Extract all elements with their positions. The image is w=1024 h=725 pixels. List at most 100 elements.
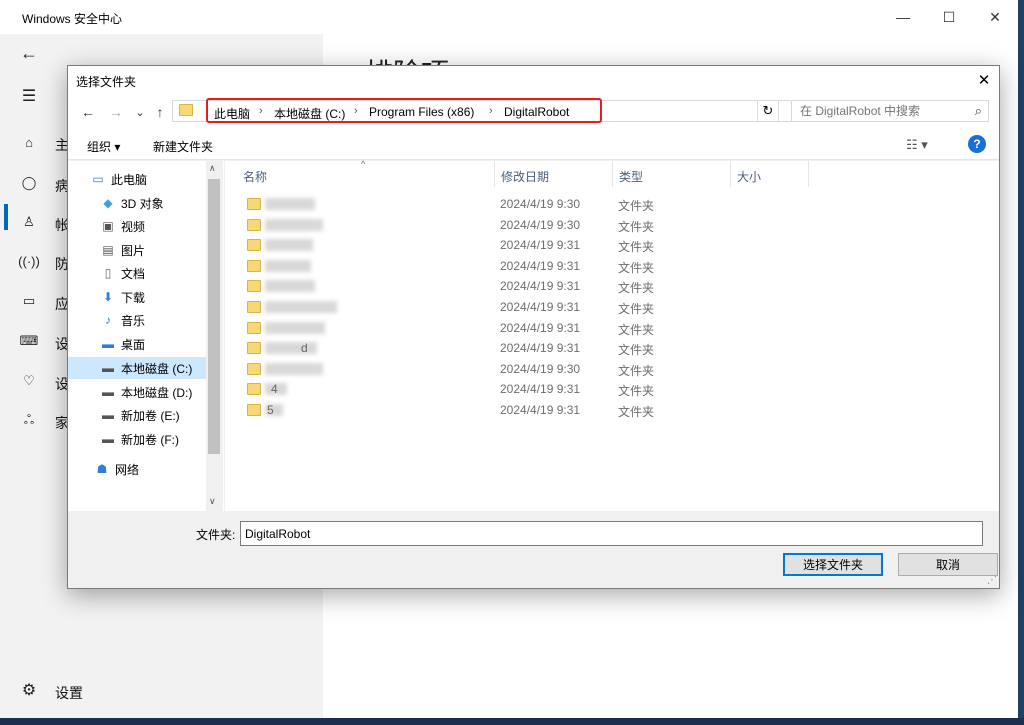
file-row[interactable]: 5 2024/4/19 9:31 文件夹 [225, 400, 999, 420]
column-header-size[interactable]: 大小 [731, 161, 809, 187]
nav-item[interactable]: ▬ 新加卷 (E:) [68, 404, 206, 426]
title-bar: Windows 安全中心 — ☐ ✕ [0, 0, 1018, 34]
settings-link[interactable]: 设置 [55, 683, 83, 703]
file-row[interactable]: 2024/4/19 9:30 文件夹 [225, 359, 999, 379]
sidebar-item-icon: ((·)) [18, 253, 40, 269]
address-row: ← → ⌄ ↑ 此电脑 › 本地磁盘 (C:) › Program Files … [68, 94, 999, 130]
file-row[interactable]: 2024/4/19 9:31 文件夹 [225, 235, 999, 255]
file-row[interactable]: 2024/4/19 9:31 文件夹 [225, 297, 999, 317]
breadcrumb-program-files-x86[interactable]: Program Files (x86) [369, 105, 474, 119]
nav-item[interactable]: ▬ 新加卷 (F:) [68, 428, 206, 450]
back-arrow-icon[interactable]: ← [20, 43, 38, 63]
folder-icon [247, 259, 261, 272]
close-icon[interactable]: ✕ [969, 66, 999, 94]
view-options-icon[interactable]: ☷ ▾ [906, 137, 928, 153]
search-box[interactable]: ⌕ [791, 100, 989, 122]
maximize-icon[interactable]: ☐ [926, 0, 972, 34]
nav-item[interactable]: ◆ 3D 对象 [68, 192, 206, 214]
breadcrumb-local-disk-c[interactable]: 本地磁盘 (C:) [274, 105, 345, 122]
folder-icon [247, 404, 261, 416]
breadcrumb-separator-icon[interactable]: › [489, 105, 493, 117]
file-type: 文件夹 [618, 384, 655, 399]
nav-item-label: 下载 [121, 290, 146, 305]
nav-item[interactable]: ▬ 本地磁盘 (D:) [68, 381, 206, 403]
scroll-up-icon[interactable]: ∧ [209, 163, 216, 174]
close-icon[interactable]: ✕ [972, 0, 1018, 34]
file-row[interactable]: 2024/4/19 9:31 文件夹 [225, 256, 999, 276]
up-icon[interactable]: ↑ [150, 102, 170, 122]
nav-item[interactable]: ♪ 音乐 [68, 309, 206, 331]
column-header-name[interactable]: 名称 [237, 161, 495, 187]
breadcrumb-separator-icon[interactable]: › [259, 105, 263, 117]
settings-gear-icon[interactable]: ⚙ [20, 681, 38, 699]
file-list: ^ 名称 修改日期 类型 大小 2024/4/19 9:30 文件夹 2024/4/… [225, 159, 999, 511]
file-name: d [301, 341, 308, 356]
organize-button[interactable]: 组织 ▾ [87, 138, 120, 155]
scroll-down-icon[interactable]: ∨ [209, 496, 216, 507]
nav-item[interactable]: ▣ 视频 [68, 215, 206, 237]
breadcrumb-this-pc[interactable]: 此电脑 [214, 105, 250, 122]
file-row[interactable]: d 2024/4/19 9:31 文件夹 [225, 338, 999, 358]
file-row[interactable]: 2024/4/19 9:31 文件夹 [225, 318, 999, 338]
nav-item[interactable]: ☗ 网络 [68, 458, 206, 480]
refresh-icon[interactable]: ↻ [757, 100, 779, 122]
nav-item-icon: ▬ [102, 361, 114, 375]
column-header-date[interactable]: 修改日期 [495, 161, 613, 187]
select-folder-button[interactable]: 选择文件夹 [783, 553, 883, 576]
new-folder-button[interactable]: 新建文件夹 [153, 138, 213, 155]
redacted-name-blur [265, 259, 311, 272]
nav-item[interactable]: ▭ 此电脑 [68, 168, 206, 190]
file-type: 文件夹 [618, 405, 655, 419]
dialog-title: 选择文件夹 [76, 75, 137, 89]
cancel-button[interactable]: 取消 [898, 553, 998, 576]
help-icon[interactable]: ? [968, 135, 986, 153]
nav-item[interactable]: ▤ 图片 [68, 239, 206, 261]
file-row[interactable]: 2024/4/19 9:30 文件夹 [225, 215, 999, 235]
nav-item-label: 音乐 [121, 313, 146, 328]
nav-item[interactable]: ⬇ 下载 [68, 286, 206, 308]
navigation-scrollbar[interactable]: ∧ ∨ [206, 161, 223, 511]
folder-name-field[interactable] [240, 521, 983, 546]
scrollbar-thumb[interactable] [208, 179, 220, 454]
nav-item-label: 图片 [121, 243, 146, 258]
file-type: 文件夹 [618, 363, 655, 378]
forward-icon[interactable]: → [106, 102, 126, 122]
file-row[interactable]: 4 2024/4/19 9:31 文件夹 [225, 379, 999, 399]
nav-item-label: 本地磁盘 (C:) [121, 361, 193, 376]
column-header-type[interactable]: 类型 [613, 161, 731, 187]
folder-icon [247, 239, 261, 252]
file-date: 2024/4/19 9:31 [500, 300, 581, 314]
nav-item-icon: ▭ [92, 172, 104, 186]
breadcrumb-digitalrobot[interactable]: DigitalRobot [504, 105, 569, 119]
back-icon[interactable]: ← [78, 102, 98, 122]
breadcrumb-separator-icon[interactable]: › [354, 105, 358, 117]
resize-grip-icon[interactable]: ⋰ [987, 575, 997, 586]
sidebar-item-icon: ◯ [21, 175, 37, 190]
sidebar-item-icon: ▭ [22, 293, 36, 308]
search-icon[interactable]: ⌕ [975, 103, 982, 119]
nav-item-label: 桌面 [121, 337, 146, 352]
file-date: 2024/4/19 9:30 [500, 361, 581, 376]
recent-locations-icon[interactable]: ⌄ [130, 102, 150, 122]
file-date: 2024/4/19 9:31 [500, 320, 581, 335]
minimize-icon[interactable]: — [880, 0, 926, 34]
selection-indicator [4, 204, 8, 230]
address-bar[interactable]: 此电脑 › 本地磁盘 (C:) › Program Files (x86) › … [172, 98, 824, 123]
menu-icon[interactable]: ☰ [20, 87, 38, 105]
nav-item-label: 新加卷 (E:) [121, 408, 180, 423]
nav-item[interactable]: ▬ 本地磁盘 (C:) [68, 357, 206, 379]
nav-item[interactable]: ▯ 文档 [68, 262, 206, 284]
nav-item-label: 本地磁盘 (D:) [121, 385, 193, 400]
search-input[interactable] [800, 104, 960, 118]
nav-item-label: 3D 对象 [121, 196, 164, 211]
file-date: 2024/4/19 9:31 [500, 341, 581, 356]
file-row[interactable]: 2024/4/19 9:31 文件夹 [225, 276, 999, 296]
taskbar-edge [0, 718, 1024, 725]
file-name: 4 [271, 382, 278, 397]
redacted-name-blur [265, 301, 337, 313]
file-date: 2024/4/19 9:30 [500, 197, 581, 211]
redacted-name-blur [265, 280, 315, 293]
file-row[interactable]: 2024/4/19 9:30 文件夹 [225, 194, 999, 214]
nav-item[interactable]: ▬ 桌面 [68, 333, 206, 355]
window-title: Windows 安全中心 [22, 12, 123, 26]
